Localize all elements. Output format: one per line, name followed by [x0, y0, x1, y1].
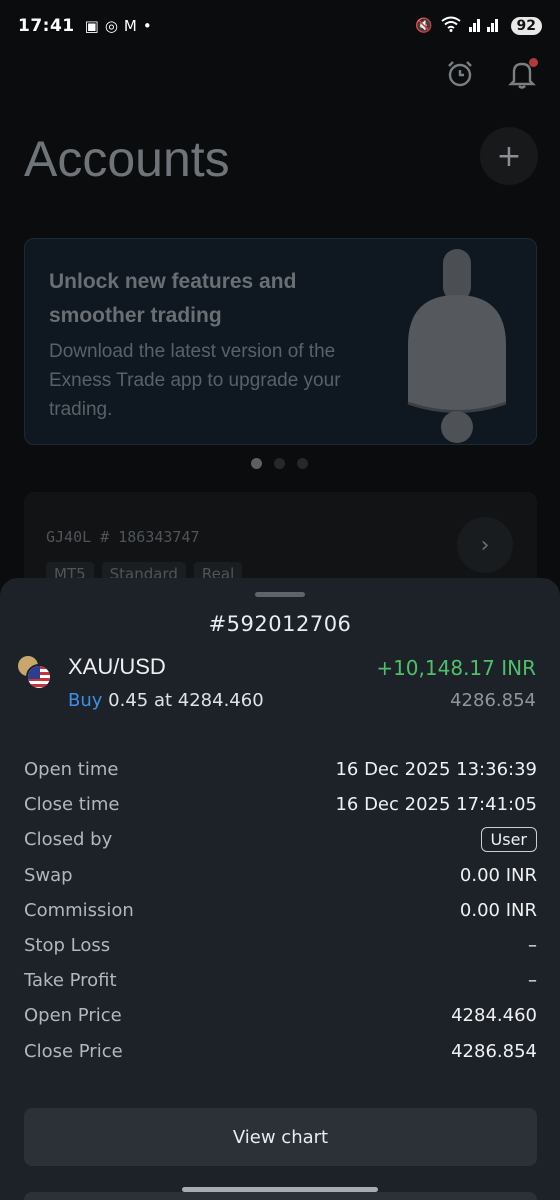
detail-row: Take Profit – [24, 963, 537, 998]
detail-value: 4286.854 [451, 1040, 537, 1062]
current-price: 4286.854 [450, 690, 536, 711]
more-notifications-icon: • [142, 17, 152, 35]
sheet-drag-handle[interactable] [255, 592, 305, 597]
carousel-dot[interactable] [251, 458, 262, 469]
promo-body: Download the latest version of the Exnes… [49, 341, 341, 420]
detail-value: 16 Dec 2025 17:41:05 [335, 794, 537, 816]
detail-label: Commission [24, 899, 134, 921]
next-button-edge [24, 1192, 537, 1200]
promo-banner[interactable]: Unlock new features and smoother trading… [24, 238, 537, 445]
detail-label: Open Price [24, 1005, 122, 1027]
order-id: #592012706 [208, 612, 352, 636]
detail-row: Swap 0.00 INR [24, 858, 537, 893]
detail-row: Open Price 4284.460 [24, 998, 537, 1033]
mute-icon: 🔇 [415, 18, 433, 34]
status-time: 17:41 [18, 16, 75, 36]
trade-side: Buy [68, 690, 103, 711]
page-title: Accounts [24, 131, 230, 187]
detail-label: Stop Loss [24, 935, 111, 957]
detail-value: – [528, 935, 537, 957]
status-bar: 17:41 ▣ ◎ M • 🔇 92 [0, 0, 560, 52]
detail-row: Stop Loss – [24, 928, 537, 963]
detail-value: 0.00 INR [459, 899, 537, 921]
bell-illustration-icon [398, 245, 518, 444]
notification-dot [529, 58, 538, 67]
detail-value: 16 Dec 2025 13:36:39 [335, 759, 537, 781]
us-flag-icon [26, 664, 52, 690]
detail-row: Commission 0.00 INR [24, 893, 537, 928]
detail-row: Close time 16 Dec 2025 17:41:05 [24, 787, 537, 822]
instrument-icon [16, 654, 56, 690]
detail-label: Close time [24, 794, 120, 816]
wifi-icon [440, 16, 461, 36]
detail-label: Open time [24, 759, 119, 781]
carousel-dot[interactable] [297, 458, 308, 469]
carousel-indicator [251, 458, 308, 469]
whatsapp-icon: ◎ [104, 17, 118, 35]
promo-title: Unlock new features and smoother trading [49, 270, 297, 327]
gmail-icon: M [123, 17, 137, 35]
trade-summary: Buy 0.45 at 4284.460 [68, 690, 264, 711]
detail-value: – [528, 970, 537, 992]
screenshot-icon: ▣ [84, 17, 99, 35]
account-name: GJ40L [46, 528, 92, 546]
detail-row: Close Price 4286.854 [24, 1034, 537, 1069]
view-chart-button[interactable]: View chart [24, 1108, 537, 1166]
detail-label: Take Profit [24, 970, 117, 992]
detail-value: 4284.460 [451, 1005, 537, 1027]
detail-row: Closed by User [24, 822, 537, 857]
battery-icon: 92 [510, 17, 542, 35]
detail-row: Open time 16 Dec 2025 13:36:39 [24, 752, 537, 787]
order-details-list: Open time 16 Dec 2025 13:36:39 Close tim… [24, 752, 537, 1069]
carousel-dot[interactable] [274, 458, 285, 469]
signal-icon [468, 16, 503, 36]
top-actions [444, 58, 538, 90]
detail-label: Close Price [24, 1040, 123, 1062]
order-details-sheet: #592012706 XAU/USD +10,148.17 INR Buy 0.… [0, 578, 560, 1200]
gesture-nav-bar[interactable] [182, 1187, 378, 1192]
account-number: # 186343747 [100, 528, 200, 546]
alarm-icon[interactable] [444, 58, 476, 90]
detail-label: Closed by [24, 829, 113, 851]
add-account-button[interactable]: + [480, 127, 538, 185]
chevron-right-icon[interactable]: › [457, 517, 513, 573]
trade-volume-price: 0.45 at 4284.460 [108, 690, 264, 711]
profit-value: +10,148.17 INR [376, 656, 536, 680]
instrument-symbol: XAU/USD [68, 654, 166, 679]
detail-label: Swap [24, 864, 73, 886]
detail-value: 0.00 INR [459, 864, 537, 886]
closed-by-badge: User [480, 827, 537, 853]
notifications-bell-icon[interactable] [506, 58, 538, 90]
